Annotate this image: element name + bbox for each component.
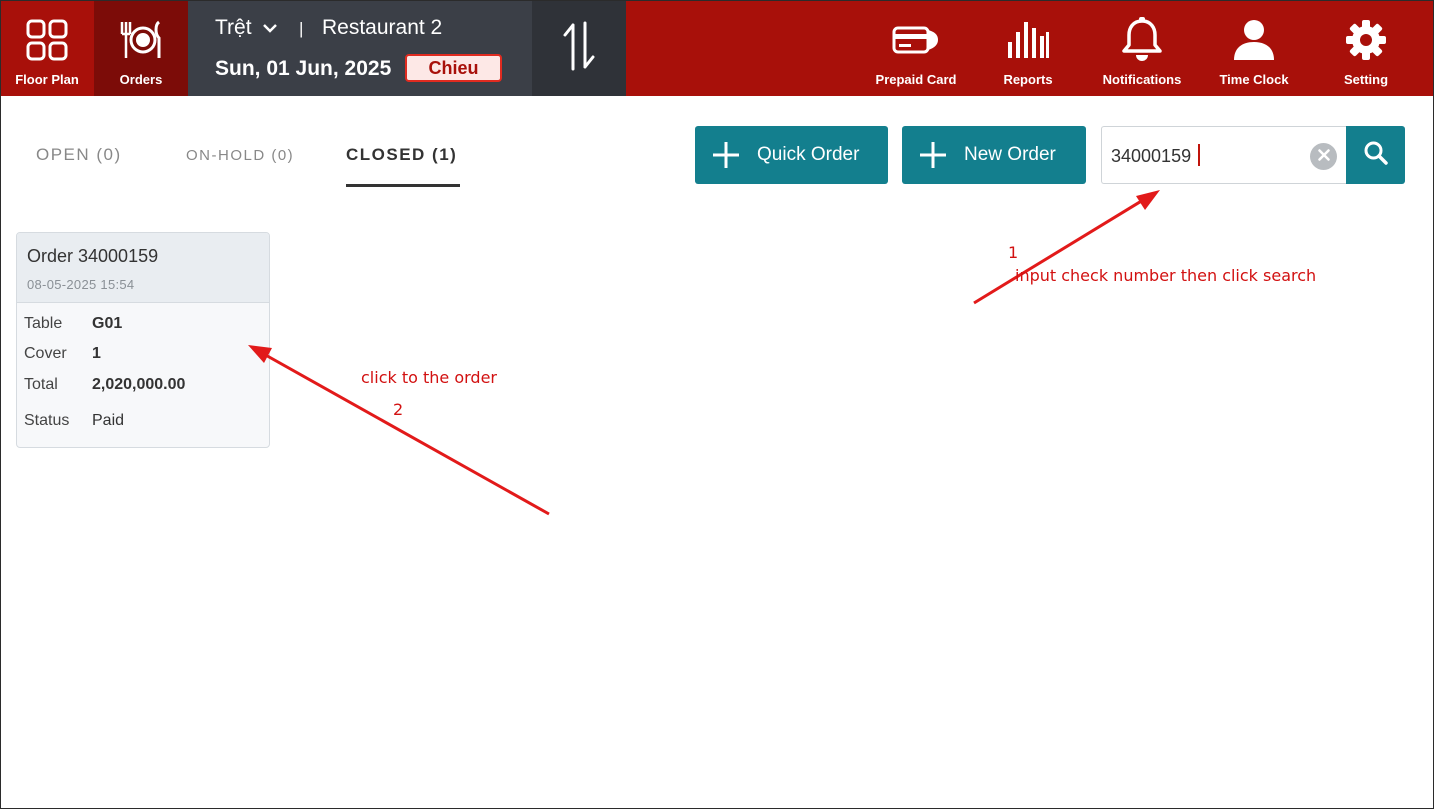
nav-prepaid-card[interactable]: Prepaid Card <box>866 0 966 96</box>
order-row-label: Total <box>24 376 58 393</box>
annotation-step2-number: 2 <box>393 400 404 419</box>
annotation-step1-text: input check number then click search <box>1015 266 1317 285</box>
plus-icon <box>711 140 741 170</box>
business-date: Sun, 01 Jun, 2025 <box>215 57 392 80</box>
order-row-label: Table <box>24 315 63 332</box>
search-button[interactable] <box>1346 126 1405 184</box>
grid-icon <box>25 16 69 64</box>
close-icon <box>1317 148 1330 166</box>
order-title: Order 34000159 <box>27 246 159 266</box>
new-order-button[interactable]: New Order <box>902 126 1086 184</box>
order-row-label: Status <box>24 412 70 429</box>
floor-name: Trệt <box>215 16 252 39</box>
search-icon <box>1363 140 1389 171</box>
search-input[interactable] <box>1111 141 1301 171</box>
gear-icon <box>1344 16 1388 64</box>
nav-notifications-label: Notifications <box>1102 72 1182 87</box>
nav-floor-plan-label: Floor Plan <box>15 72 79 87</box>
active-tab-indicator <box>346 184 460 187</box>
restaurant-name: Restaurant 2 <box>322 16 443 39</box>
chevron-down-icon <box>262 16 278 40</box>
search-box <box>1101 126 1347 184</box>
order-datetime: 08-05-2025 15:54 <box>27 277 135 292</box>
order-table-value: G01 <box>92 315 123 332</box>
nav-notifications[interactable]: Notifications <box>1096 0 1188 96</box>
nav-floor-plan[interactable]: Floor Plan <box>0 0 94 96</box>
context-panel: Trệt | Restaurant 2 Sun, 01 Jun, 2025 Ch… <box>188 0 532 96</box>
swap-button[interactable] <box>532 0 626 96</box>
clear-search-button[interactable] <box>1310 143 1337 170</box>
annotation-step1-number: 1 <box>1008 243 1019 262</box>
nav-reports[interactable]: Reports <box>988 0 1068 96</box>
order-card-header: Order 34000159 08-05-2025 15:54 <box>17 233 269 303</box>
tab-on-hold[interactable]: ON-HOLD (0) <box>186 147 294 164</box>
annotation-step2-text: click to the order <box>361 368 497 387</box>
tab-closed[interactable]: CLOSED (1) <box>346 145 457 165</box>
order-card[interactable]: Order 34000159 08-05-2025 15:54 Table G0… <box>16 232 270 448</box>
shift-badge[interactable]: Chieu <box>405 54 502 82</box>
user-icon <box>1232 16 1276 64</box>
bell-icon <box>1120 16 1164 64</box>
swap-arrows-icon <box>557 19 601 78</box>
card-hand-icon <box>890 16 942 64</box>
floor-selector[interactable]: Trệt <box>215 16 278 40</box>
plate-cutlery-icon <box>117 16 165 64</box>
annotation-arrow-1 <box>973 190 1160 305</box>
new-order-label: New Order <box>964 144 1056 165</box>
bar-chart-icon <box>1006 16 1050 64</box>
quick-order-label: Quick Order <box>757 144 860 165</box>
order-cover-value: 1 <box>92 345 101 362</box>
context-separator: | <box>299 19 304 38</box>
quick-order-button[interactable]: Quick Order <box>695 126 888 184</box>
order-status-value: Paid <box>92 412 125 429</box>
nav-orders[interactable]: Orders <box>94 0 188 96</box>
tab-open[interactable]: OPEN (0) <box>36 145 122 165</box>
nav-prepaid-card-label: Prepaid Card <box>875 72 957 87</box>
nav-orders-label: Orders <box>119 72 163 87</box>
nav-setting-label: Setting <box>1343 72 1389 87</box>
nav-setting[interactable]: Setting <box>1326 0 1406 96</box>
order-row-label: Cover <box>24 345 67 362</box>
nav-time-clock-label: Time Clock <box>1219 72 1289 87</box>
nav-time-clock[interactable]: Time Clock <box>1208 0 1300 96</box>
order-total-value: 2,020,000.00 <box>92 376 186 393</box>
plus-icon <box>918 140 948 170</box>
text-caret <box>1198 144 1200 166</box>
nav-reports-label: Reports <box>1003 72 1053 87</box>
